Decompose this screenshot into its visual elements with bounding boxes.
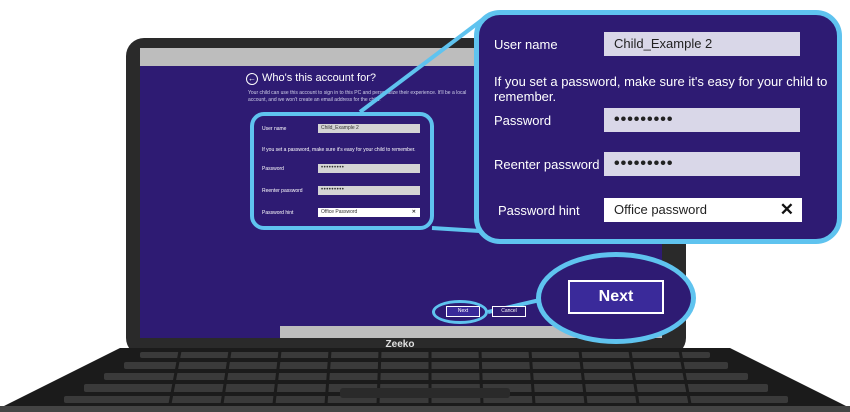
zoom-hint-text: If you set a password, make sure it's ea… [494,74,828,104]
next-button-highlight [432,300,488,324]
clear-icon[interactable]: ✕ [780,198,794,222]
zoom-password-field[interactable]: ••••••••• [604,108,800,132]
zoom-password-label: Password [494,113,552,128]
zoom-password-hint-field[interactable]: Office password ✕ [604,198,802,222]
zoom-password-hint-label: Password hint [498,203,580,218]
next-button[interactable]: Next [568,280,664,314]
zoom-user-name-label: User name [494,37,558,52]
zoom-reenter-password-field[interactable]: ••••••••• [604,152,800,176]
zoom-user-name-field[interactable]: Child_Example 2 [604,32,800,56]
zoom-password-hint-value: Office password [614,202,707,217]
cancel-button[interactable]: Cancel [492,306,526,317]
zoom-reenter-password-label: Reenter password [494,157,600,172]
